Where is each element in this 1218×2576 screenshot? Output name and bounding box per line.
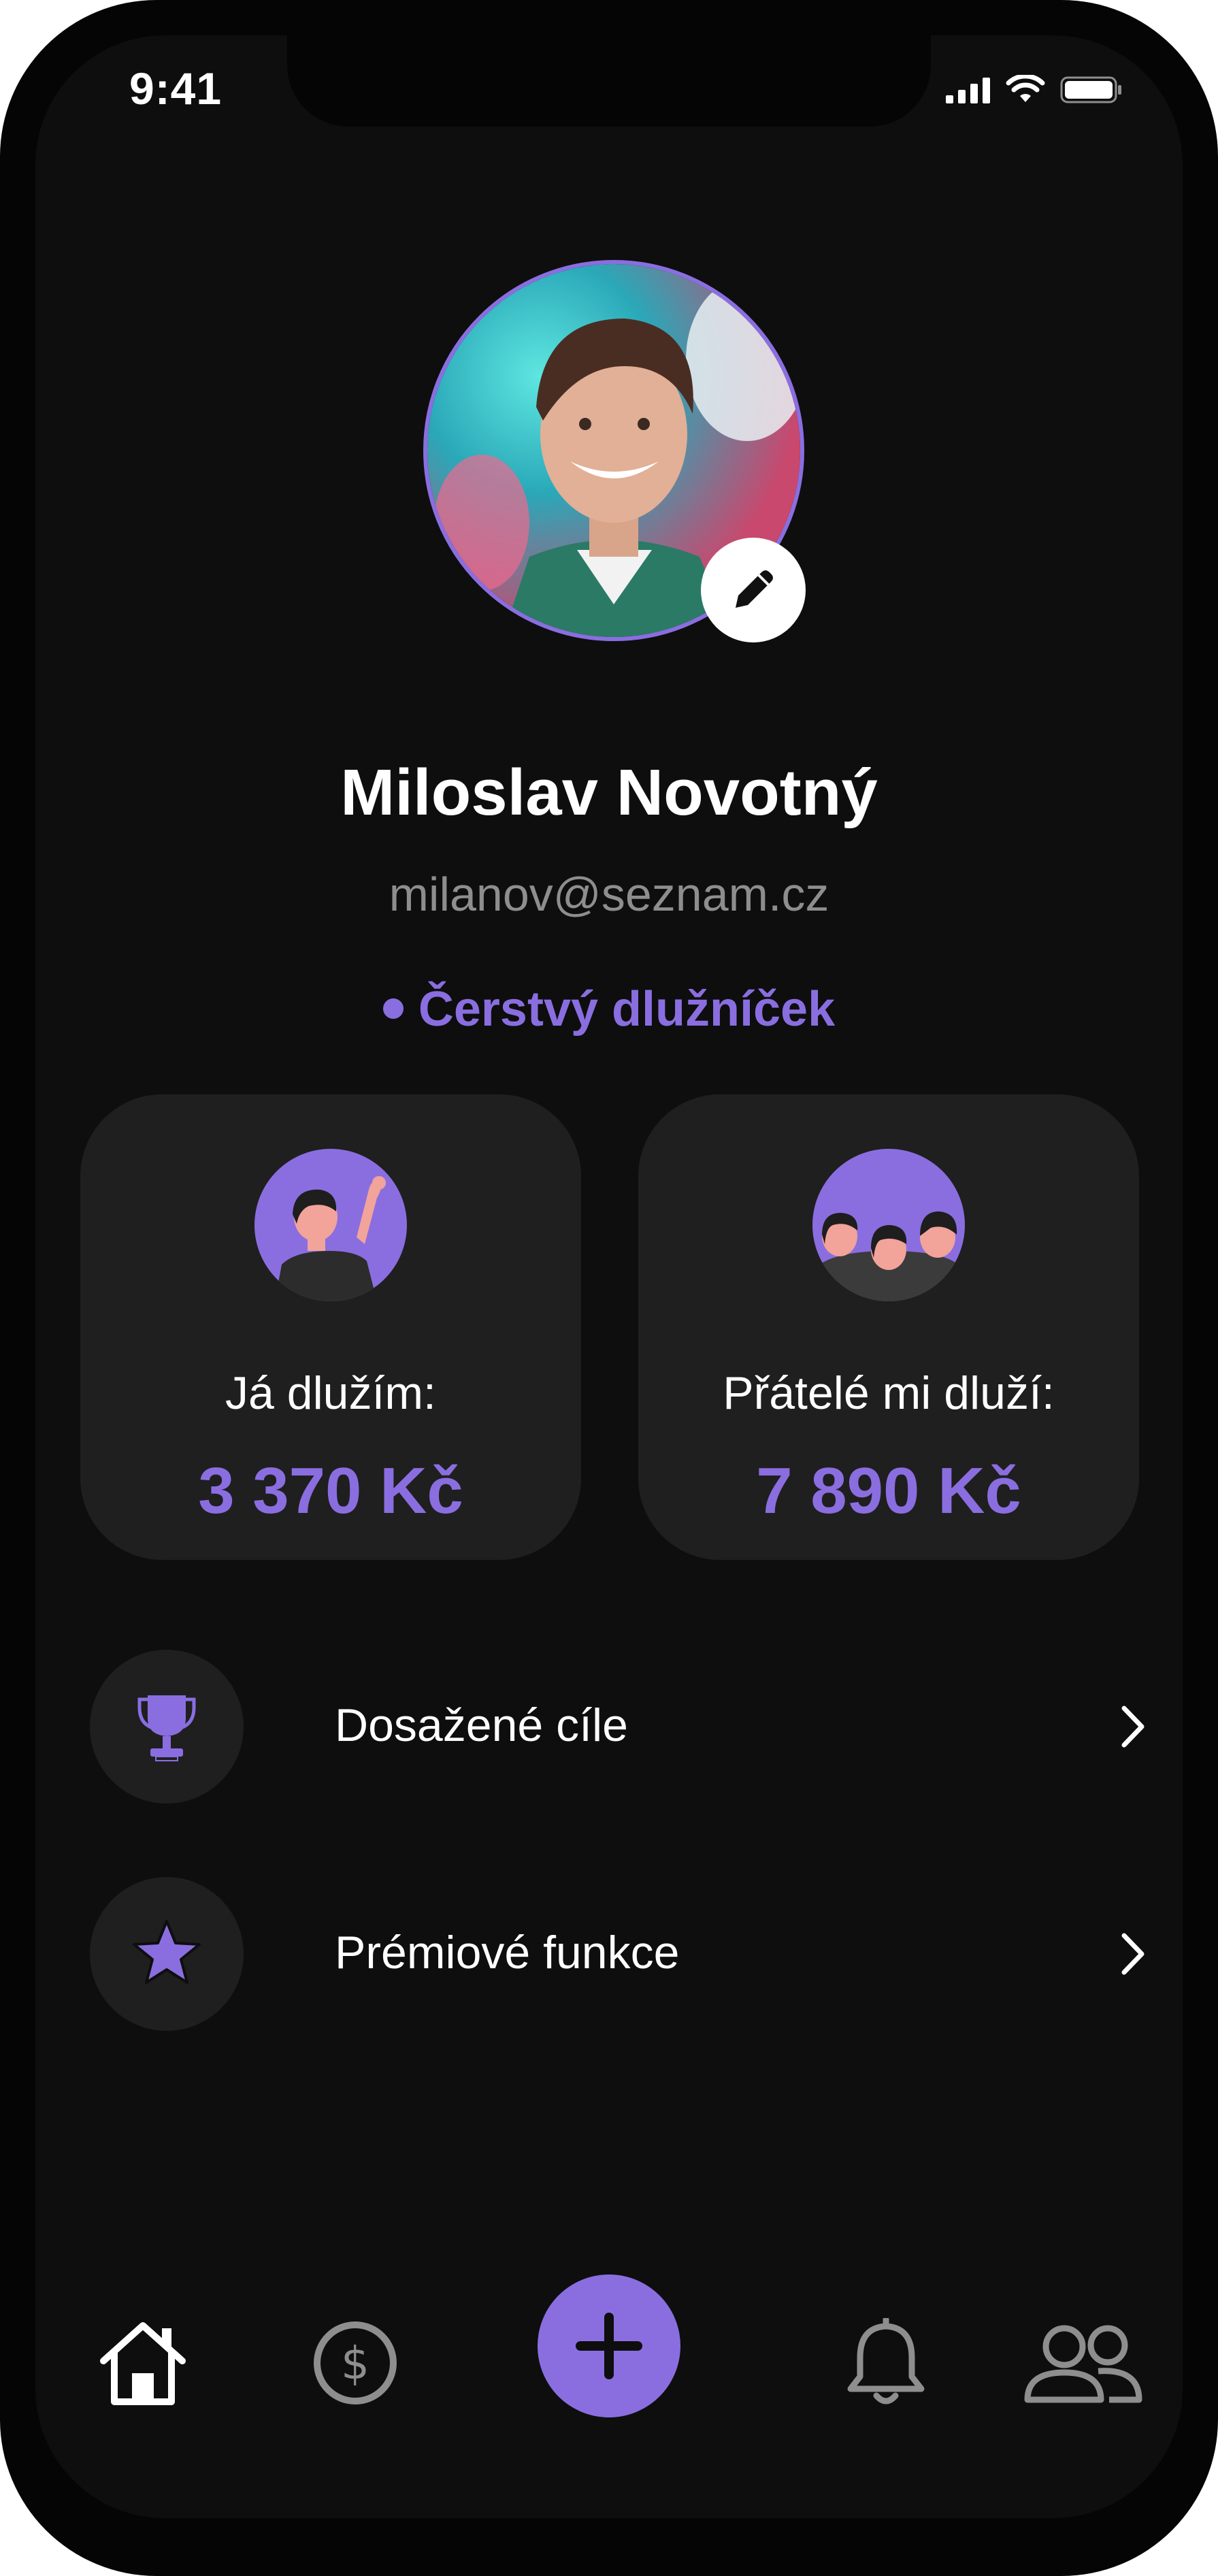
edit-avatar-button[interactable] [701, 538, 806, 642]
nav-friends[interactable] [1015, 2309, 1151, 2417]
status-time: 9:41 [129, 63, 223, 114]
trophy-icon [137, 1695, 196, 1761]
i-owe-label: Já dlužím: [225, 1367, 436, 1419]
chevron-right-icon [1121, 1706, 1145, 1748]
menu-item-achieved-goals[interactable]: Dosažené cíle [90, 1650, 1165, 1804]
wifi-icon [1006, 75, 1045, 102]
signal-icon [946, 78, 990, 103]
friends-owe-card[interactable]: Přátelé mi dluží: 7 890 Kč [638, 1094, 1139, 1560]
profile-email: milanov@seznam.cz [389, 868, 829, 921]
menu-item-label: Prémiové funkce [335, 1927, 680, 1978]
friends-owe-amount: 7 890 Kč [756, 1454, 1021, 1527]
chevron-right-icon [1121, 1933, 1145, 1975]
nav-home[interactable] [88, 2309, 197, 2417]
dollar-icon: $ [314, 2321, 397, 2404]
friends-group-illustration [812, 1149, 965, 1301]
nav-notifications[interactable] [832, 2309, 940, 2417]
home-icon [100, 2322, 186, 2405]
battery-icon [1060, 76, 1121, 103]
profile-name: Miloslav Novotný [340, 756, 878, 829]
star-icon-container [90, 1877, 244, 2031]
pencil-icon [736, 570, 773, 608]
profile-screen: 9:41 Miloslav Novotný milanov@seznam.cz … [35, 35, 1183, 2518]
badge-dot [382, 998, 404, 1019]
i-owe-card[interactable]: Já dlužím: 3 370 Kč [80, 1094, 581, 1560]
menu-item-premium-features[interactable]: Prémiové funkce [90, 1877, 1165, 2031]
nav-payments[interactable]: $ [301, 2309, 410, 2417]
friends-owe-label: Přátelé mi dluží: [723, 1367, 1055, 1419]
status-badge: Čerstvý dlužníček [35, 981, 1183, 1037]
status-icons [946, 75, 1123, 105]
bell-icon [847, 2318, 925, 2404]
badge-label: Čerstvý dlužníček [418, 982, 836, 1037]
friends-icon [1024, 2325, 1142, 2403]
phone-frame: 9:41 Miloslav Novotný milanov@seznam.cz … [0, 0, 1218, 2576]
i-owe-amount: 3 370 Kč [198, 1454, 463, 1527]
add-debt-button[interactable] [538, 2275, 680, 2417]
svg-text:$: $ [341, 2337, 369, 2390]
trophy-icon-container [90, 1650, 244, 1804]
star-icon [133, 1920, 201, 1984]
notch [287, 35, 931, 127]
plus-icon [576, 2313, 642, 2379]
menu-item-label: Dosažené cíle [335, 1699, 628, 1751]
waving-person-illustration [254, 1149, 407, 1301]
